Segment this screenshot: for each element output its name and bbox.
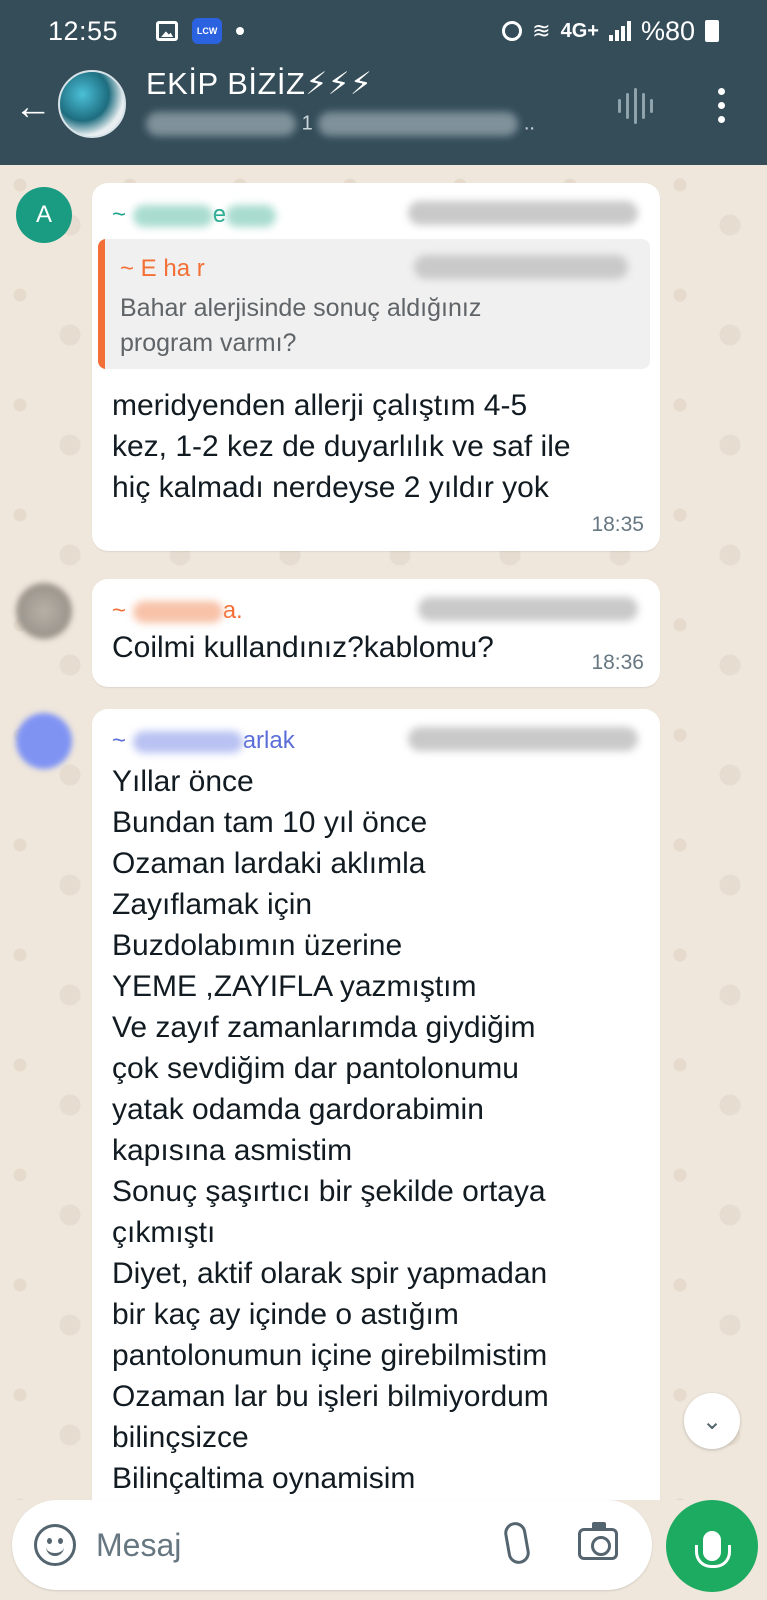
- message-line: YEME ,ZAYIFLA yazmıştım: [112, 970, 477, 1003]
- camera-icon[interactable]: [578, 1522, 618, 1560]
- message-text: meridyenden allerji çalıştım 4-5 kez, 1-…: [112, 385, 642, 508]
- network-type: 4G+: [560, 19, 599, 42]
- redacted-name: [226, 204, 277, 227]
- chat-area[interactable]: A ~ e ~ E ha r Bahar alerjisinde sonuç a…: [0, 165, 767, 1500]
- message-line: Ve zayıf zamanlarımda giydiğim: [112, 1011, 536, 1044]
- sender-name[interactable]: ~ arlak: [112, 727, 295, 755]
- redacted-members: [318, 112, 519, 136]
- battery-level: %80: [640, 15, 695, 46]
- scroll-to-bottom-button[interactable]: ⌄: [684, 1393, 740, 1449]
- message-line: kez, 1-2 kez de duyarlılık ve saf ile: [112, 430, 571, 463]
- message-line: Bundan tam 10 yıl önce: [112, 806, 428, 839]
- message-line: Bilinçaltima oynamisim: [112, 1462, 416, 1495]
- group-avatar[interactable]: [58, 70, 126, 138]
- message-line: çok sevdiğim dar pantolonumu: [112, 1052, 519, 1085]
- message-bubble[interactable]: ~ e ~ E ha r Bahar alerjisinde sonuç ald…: [92, 183, 660, 551]
- signal-icon: [608, 21, 631, 41]
- paperclip-icon[interactable]: [502, 1520, 532, 1566]
- status-time: 12:55: [48, 15, 119, 46]
- redacted-name: [132, 730, 243, 753]
- message-line: Zayıflamak için: [112, 888, 313, 921]
- redacted-name: [132, 204, 213, 227]
- battery-icon: [705, 20, 719, 42]
- voice-wave-icon[interactable]: [618, 86, 653, 126]
- quote-text: Bahar alerjisinde sonuç aldığınız progra…: [120, 294, 482, 357]
- sender-name-visible: e: [212, 201, 227, 228]
- message-line: Diyet, aktif olarak spir yapmadan: [112, 1257, 548, 1290]
- chat-header: ← EKİP BİZİZ⚡⚡⚡ 1 ..: [0, 62, 767, 165]
- redacted-phone: [414, 255, 628, 279]
- message-bubble[interactable]: ~ a. Coilmi kullandınız?kablomu? 18:36: [92, 579, 660, 687]
- message-time: 18:36: [591, 651, 644, 674]
- sender-name-visible: a.: [222, 597, 243, 624]
- mic-icon: [695, 1531, 731, 1568]
- more-vertical-icon[interactable]: [716, 88, 726, 123]
- wifi-icon: ≋: [532, 18, 551, 43]
- redacted-phone: [418, 597, 638, 621]
- alarm-icon: [502, 21, 523, 41]
- message-input[interactable]: [96, 1520, 476, 1570]
- redacted-name: [132, 600, 223, 623]
- group-members-subtitle[interactable]: 1 ..: [146, 112, 535, 136]
- message-line: meridyenden allerji çalıştım 4-5: [112, 389, 528, 422]
- message-line: bilinçsizce: [112, 1421, 249, 1454]
- voice-message-button[interactable]: [666, 1500, 758, 1592]
- message-line: Yıllar önce: [112, 765, 254, 798]
- subtitle-ellipsis: ..: [523, 112, 535, 135]
- message-line: Coilmi kullandınız?kablomu?: [112, 631, 494, 664]
- sender-name[interactable]: ~ a.: [112, 597, 243, 625]
- quoted-message[interactable]: ~ E ha r Bahar alerjisinde sonuç aldığın…: [98, 239, 650, 369]
- status-bar: 12:55 LCW ≋ 4G+ %80: [0, 0, 767, 62]
- message-line: Buzdolabımın üzerine: [112, 929, 403, 962]
- message-line: bir kaç ay içinde o astığım: [112, 1298, 459, 1331]
- double-chevron-down-icon: ⌄: [701, 1407, 723, 1435]
- redacted-phone: [408, 727, 638, 751]
- message-composer[interactable]: [12, 1500, 652, 1590]
- message-line: yatak odamda gardorabimin: [112, 1093, 484, 1126]
- lcw-app-icon: LCW: [192, 18, 223, 44]
- redacted-phone: [408, 201, 638, 225]
- message-time: 18:35: [591, 513, 644, 536]
- avatar[interactable]: [16, 583, 72, 639]
- avatar[interactable]: A: [16, 187, 72, 243]
- emoji-icon[interactable]: [34, 1524, 76, 1566]
- message-line: hiç kalmadı nerdeyse 2 yıldır yok: [112, 471, 549, 504]
- message-text: Coilmi kullandınız?kablomu?: [112, 627, 494, 668]
- message-line: çıkmıştı: [112, 1216, 216, 1249]
- message-text: Yıllar önce Bundan tam 10 yıl önce Ozama…: [112, 761, 652, 1499]
- message-line: Sonuç şaşırtıcı bir şekilde ortaya: [112, 1175, 546, 1208]
- message-input-bar: [0, 1500, 767, 1600]
- group-title[interactable]: EKİP BİZİZ⚡⚡⚡: [146, 66, 372, 102]
- message-line: Ozaman lardaki aklımla: [112, 847, 426, 880]
- message-line: pantolonumun içine girebilmistim: [112, 1339, 548, 1372]
- redacted-members: [146, 112, 296, 136]
- message-bubble[interactable]: ~ arlak Yıllar önce Bundan tam 10 yıl ön…: [92, 709, 660, 1500]
- notification-dot-icon: [236, 27, 245, 35]
- message-line: kapısına asmistim: [112, 1134, 353, 1167]
- status-right-icons: ≋ 4G+ %80: [502, 16, 719, 47]
- sender-name-visible: arlak: [242, 727, 295, 754]
- sender-name[interactable]: ~ e: [112, 201, 277, 229]
- subtitle-fragment: 1: [301, 112, 313, 135]
- back-arrow-icon[interactable]: ←: [14, 87, 54, 127]
- quote-author: ~ E ha r: [120, 255, 205, 282]
- top-bar: 12:55 LCW ≋ 4G+ %80 ← EKİP BİZİZ⚡⚡⚡ 1 ..: [0, 0, 767, 165]
- avatar[interactable]: [16, 713, 72, 769]
- status-left-icons: LCW: [156, 18, 245, 44]
- message-line: Ozaman lar bu işleri bilmiyordum: [112, 1380, 549, 1413]
- gallery-icon: [156, 21, 179, 41]
